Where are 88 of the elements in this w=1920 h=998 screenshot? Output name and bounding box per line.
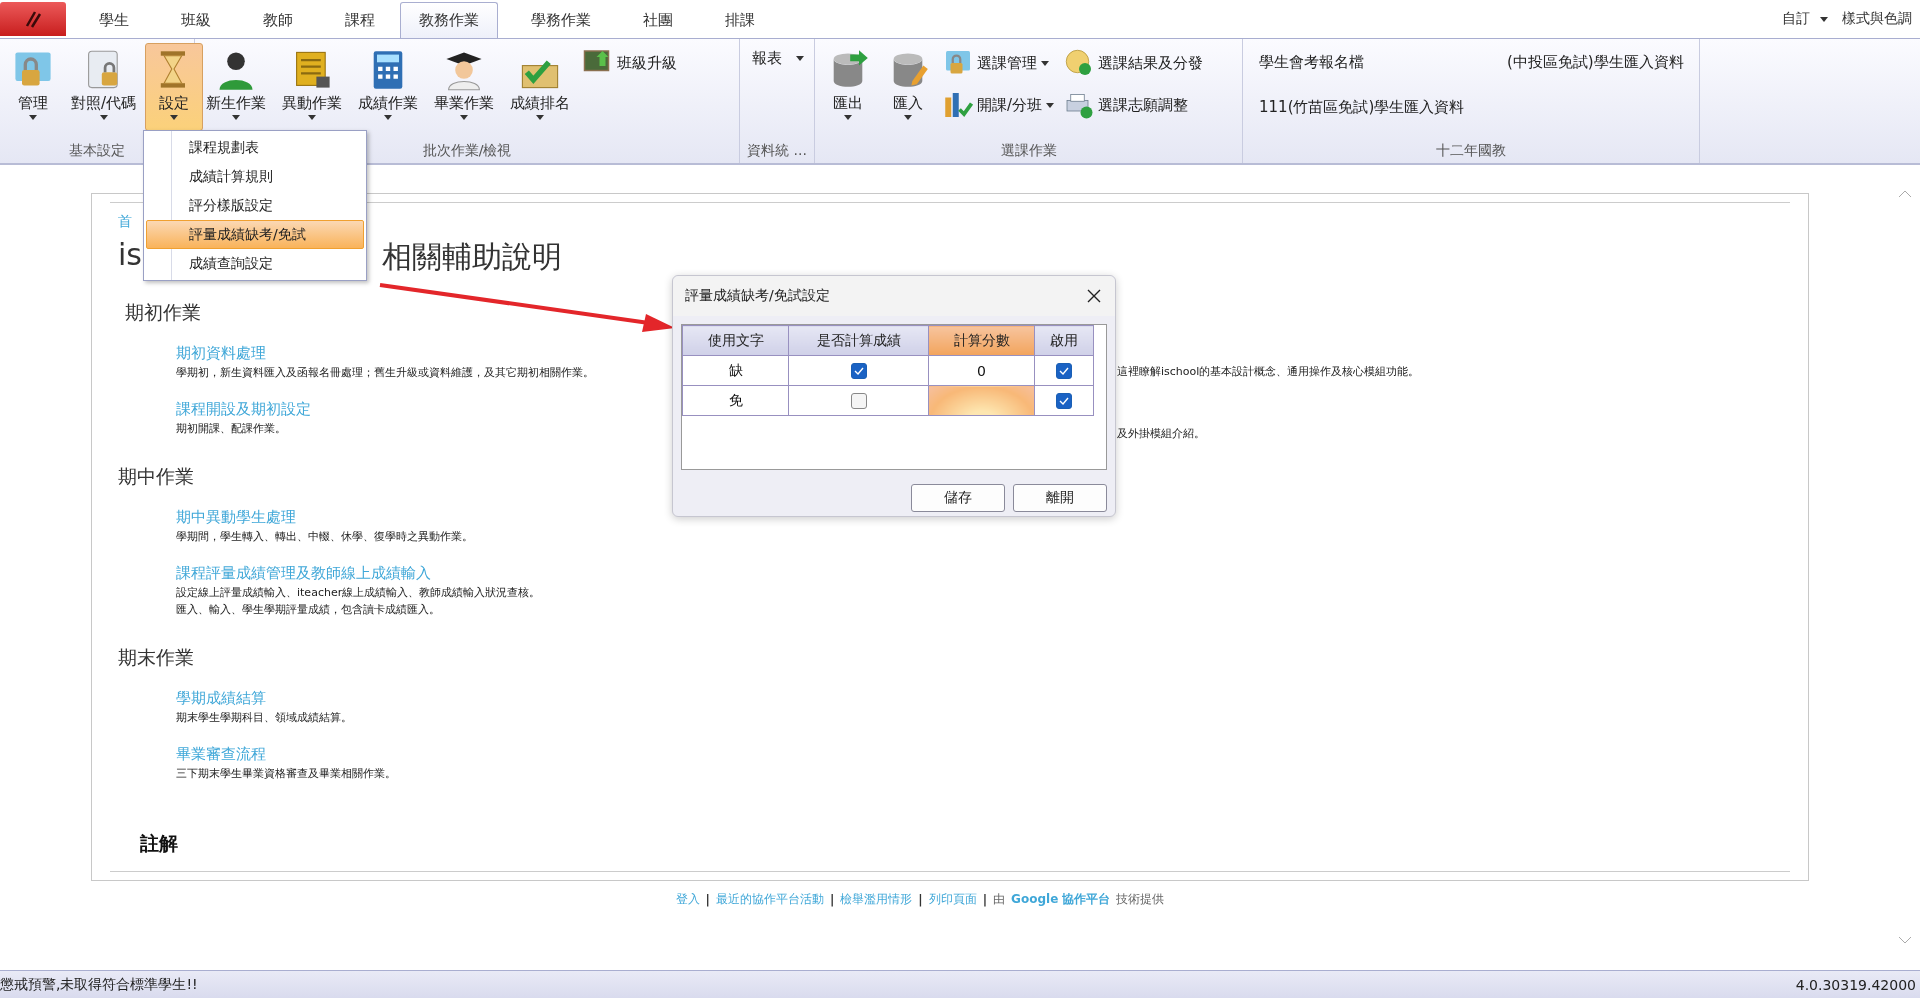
link-description: 匯入、輸入、學生學期評量成績，包含讀卡成績匯入。 (176, 602, 440, 617)
table-cell[interactable]: 缺 (682, 355, 789, 386)
bar-chart-icon (943, 90, 973, 120)
ribbon-tab[interactable]: 教師 (244, 2, 312, 38)
quick-menu-button[interactable]: 自訂 (1782, 10, 1828, 28)
checkbox[interactable] (850, 393, 867, 409)
group-label: 十二年國教 (1436, 141, 1506, 160)
menu-item[interactable]: 評分樣版設定 (146, 191, 364, 220)
ribbon-button[interactable]: 選課結果及分發 (1060, 43, 1208, 83)
ribbon-button[interactable]: 匯入 (879, 43, 937, 131)
link-description: 學期初，新生資料匯入及函報名冊處理；舊生升級或資料維護，及其它期初相關作業。 (176, 365, 594, 380)
ribbon-button[interactable]: 管理 (4, 43, 62, 131)
ribbon-button[interactable]: 匯出 (819, 43, 877, 131)
group-label: 資料統 ... (747, 141, 807, 160)
checkbox[interactable] (1056, 363, 1072, 379)
table-cell[interactable]: 免 (682, 385, 789, 416)
table-cell[interactable] (1034, 385, 1094, 416)
footer-separator: | (705, 892, 710, 907)
ribbon-button[interactable]: 成績作業 (351, 43, 425, 131)
checkmark-icon (1059, 397, 1069, 405)
ribbon-button[interactable]: 111(竹苗區免試)學生匯入資料 (1251, 92, 1491, 123)
quick-menu-button[interactable]: 樣式與色調 (1842, 10, 1912, 28)
ribbon-tab[interactable]: 社團 (624, 2, 692, 38)
ribbon-button[interactable]: 班級升級 (579, 43, 681, 83)
checkbox[interactable] (850, 363, 867, 379)
menu-item[interactable]: 評量成績缺考/免試 (146, 220, 364, 249)
link-description: 期末學生學期科目、領域成績結算。 (176, 710, 352, 725)
column-header[interactable]: 啟用 (1034, 325, 1094, 356)
link-description: 期初開課、配課作業。 (176, 421, 286, 436)
section-heading: 期初作業 (125, 300, 201, 325)
group-label: 批次作業/檢視 (422, 141, 512, 160)
section-heading: 期中作業 (118, 464, 194, 489)
table-cell[interactable]: 0 (928, 355, 1035, 386)
ribbon-button[interactable]: 設定 (145, 43, 204, 131)
ribbon-button[interactable]: 報表 (744, 43, 812, 74)
link-description: 設定線上評量成績輸入、iteacher線上成績輸入、教師成績輸入狀況查核。 (176, 585, 541, 600)
table-cell[interactable] (1034, 355, 1094, 386)
checkmark-icon (853, 367, 864, 375)
ribbon-button[interactable]: 成績排名 (503, 43, 577, 131)
ribbon-button[interactable]: 選課志願調整 (1060, 85, 1208, 125)
table-cell[interactable] (788, 355, 929, 386)
app-logo[interactable] (0, 2, 66, 36)
version-text: 4.0.30319.42000 (1795, 976, 1916, 993)
page-title: is (118, 237, 142, 274)
table-cell[interactable] (928, 385, 1035, 416)
menu-item[interactable]: 成績查詢設定 (146, 249, 364, 278)
description-text: 及外掛模組介紹。 (1117, 426, 1205, 441)
ribbon-button[interactable]: 異動作業 (275, 43, 349, 131)
footer-separator: | (829, 892, 835, 907)
checkbox[interactable] (1056, 393, 1072, 409)
description-text: 這裡瞭解ischool的基本設計概念、通用操作及核心模組功能。 (1117, 364, 1420, 379)
group-label: 基本設定 (69, 141, 125, 160)
menu-item[interactable]: 成績計算規則 (146, 162, 364, 191)
ribbon-button[interactable]: (中投區免試)學生匯入資料 (1499, 47, 1739, 78)
ribbon-button[interactable]: 開課/分班 (939, 85, 1059, 125)
dialog-button[interactable]: 儲存 (911, 484, 1005, 512)
ribbon-tab[interactable]: 學務作業 (512, 2, 610, 38)
menu-item[interactable]: 課程規劃表 (146, 133, 364, 162)
ribbon-tab[interactable]: 學生 (80, 2, 148, 38)
ribbon-button[interactable]: 學生會考報名檔 (1251, 47, 1491, 78)
ribbon-tab[interactable]: 課程 (326, 2, 394, 38)
footer-text: 由 (993, 891, 1006, 908)
ribbon-tab[interactable]: 排課 (706, 2, 774, 38)
ribbon-tab[interactable]: 教務作業 (400, 2, 498, 38)
column-header[interactable]: 使用文字 (682, 325, 789, 356)
link-description: 三下期末學生畢業資格審查及畢業相關作業。 (176, 766, 396, 781)
link-description: 學期間，學生轉入、轉出、中輟、休學、復學時之異動作業。 (176, 529, 473, 544)
table-cell[interactable] (788, 385, 929, 416)
ribbon-button[interactable]: 選課管理 (939, 43, 1059, 83)
status-message: 懲戒預警,未取得符合標準學生!! (0, 975, 198, 994)
checkmark-icon (1059, 367, 1069, 375)
section-heading: 期末作業 (118, 645, 194, 670)
footer-text: 技術提供 (1116, 891, 1165, 908)
ribbon-button[interactable]: 對照/代碼 (64, 43, 144, 131)
logo-icon (23, 10, 43, 28)
close-icon (1087, 289, 1101, 303)
column-header[interactable]: 是否計算成績 (788, 325, 929, 356)
footer-separator: | (982, 892, 988, 907)
column-header[interactable]: 計算分數 (928, 325, 1035, 356)
page-title: 相關輔助說明 (381, 238, 562, 276)
ribbon-button[interactable]: 畢業作業 (427, 43, 501, 131)
dialog-button[interactable]: 離開 (1013, 484, 1107, 512)
ribbon-tab[interactable]: 班級 (162, 2, 230, 38)
group-label: 選課作業 (1000, 141, 1057, 160)
close-button[interactable] (1085, 287, 1103, 305)
dialog-title: 評量成績缺考/免試設定 (685, 287, 830, 305)
notes-heading: 註解 (140, 831, 178, 856)
footer-separator: | (918, 892, 923, 907)
